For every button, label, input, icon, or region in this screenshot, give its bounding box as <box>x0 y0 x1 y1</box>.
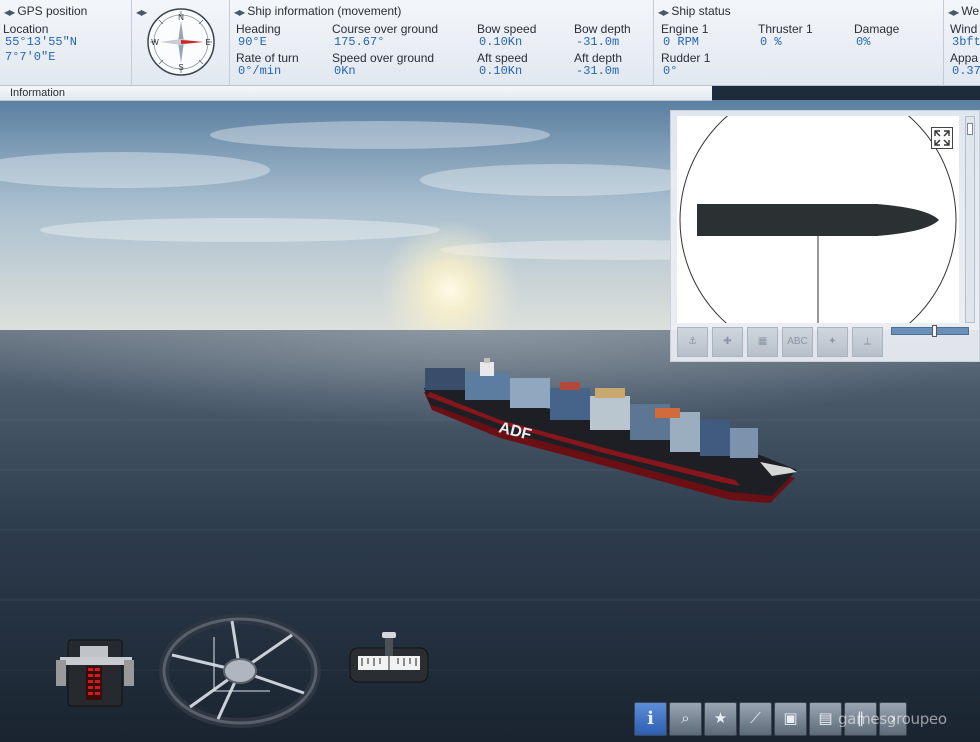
compass-s: S <box>178 63 183 72</box>
gps-header[interactable]: ◀▶ GPS position <box>4 4 87 18</box>
watermark: gamesgroupeo <box>838 710 947 728</box>
thruster1-value: 0 % <box>760 35 782 49</box>
damage-label: Damage <box>854 22 900 36</box>
bow-speed-label: Bow speed <box>477 22 537 36</box>
engine1-label: Engine 1 <box>661 22 709 36</box>
grid-icon[interactable]: ▦ <box>747 327 778 357</box>
camera-icon[interactable]: ▣ <box>774 702 807 736</box>
apparent-value: 0.37 <box>952 64 980 78</box>
scroll-thumb[interactable] <box>967 123 973 135</box>
rope-icon[interactable]: ⟋ <box>739 702 772 736</box>
expand-icon[interactable] <box>931 127 953 149</box>
zoom-slider-knob[interactable] <box>932 325 937 337</box>
anchor-icon[interactable]: ⚓ <box>677 327 708 357</box>
wind-label: Wind <box>950 22 978 36</box>
movement-title: Ship information (movement) <box>247 4 402 18</box>
heading-value: 90°E <box>238 35 267 49</box>
star-icon[interactable]: ★ <box>704 702 737 736</box>
compass-e: E <box>205 38 210 47</box>
top-info-panel: ◀▶ GPS position Location 55°13'55"N 7°7'0… <box>0 0 980 86</box>
engine1-value: 0 RPM <box>663 35 700 49</box>
thruster1-label: Thruster 1 <box>758 22 813 36</box>
mast-icon[interactable]: ⟂ <box>852 327 883 357</box>
gps-section: ◀▶ GPS position Location 55°13'55"N 7°7'0… <box>0 0 132 86</box>
latitude-value: 55°13'55"N <box>5 35 78 49</box>
collapse-arrows-icon[interactable]: ◀▶ <box>948 8 959 17</box>
aft-speed-label: Aft speed <box>477 51 528 65</box>
damage-value: 0% <box>856 35 871 49</box>
information-tab[interactable]: Information <box>0 86 712 101</box>
collapse-arrows-icon[interactable]: ◀▶ <box>234 8 245 17</box>
collapse-arrows-icon[interactable]: ◀▶ <box>136 8 147 17</box>
vertical-scrollbar[interactable] <box>965 116 975 323</box>
marker-icon[interactable]: ✚ <box>712 327 743 357</box>
ship-outline <box>679 116 957 323</box>
wind-value: 3bft/ <box>952 35 980 49</box>
weather-section: ◀▶We Wind 3bft/ Appa 0.37 <box>944 0 980 86</box>
rudder1-label: Rudder 1 <box>661 51 711 65</box>
movement-header[interactable]: ◀▶ Ship information (movement) <box>234 4 401 18</box>
compass-section: ◀▶ N S W E <box>132 0 230 86</box>
longitude-value: 7°7'0"E <box>5 50 56 64</box>
aft-depth-label: Aft depth <box>574 51 623 65</box>
info-icon: i <box>647 708 654 729</box>
movement-section: ◀▶ Ship information (movement) Heading 90… <box>230 0 654 86</box>
compass-n: N <box>178 13 184 22</box>
engine-telegraph[interactable] <box>56 639 134 707</box>
collapse-arrows-icon[interactable]: ◀▶ <box>658 8 669 17</box>
status-title: Ship status <box>671 4 731 18</box>
info-button[interactable]: i <box>634 702 667 736</box>
bow-depth-label: Bow depth <box>574 22 631 36</box>
binoculars-icon[interactable]: ⌕ <box>669 702 702 736</box>
rudder1-value: 0° <box>663 64 678 78</box>
rate-of-turn-value: 0°/min <box>238 64 282 78</box>
zoom-slider[interactable] <box>891 325 969 337</box>
aft-depth-value: -31.0m <box>576 64 620 78</box>
gps-title: GPS position <box>17 4 88 18</box>
collapse-arrows-icon[interactable]: ◀▶ <box>4 8 15 17</box>
location-label: Location <box>3 22 49 36</box>
cog-label: Course over ground <box>332 22 439 36</box>
ship-status-section: ◀▶ Ship status Engine 1 0 RPM Rudder 1 0°… <box>654 0 944 86</box>
apparent-label: Appa <box>950 51 979 65</box>
sog-label: Speed over ground <box>332 51 435 65</box>
compass-w: W <box>151 38 159 47</box>
information-tab-label: Information <box>10 87 66 99</box>
compass-icon: N S W E <box>147 8 215 76</box>
weather-header[interactable]: ◀▶ We <box>948 4 979 18</box>
ship-overview-panel: ⚓ ✚ ▦ ABC ✦ ⟂ <box>670 110 980 362</box>
abc-label-button[interactable]: ABC <box>782 327 813 357</box>
ship-overview-view[interactable] <box>677 116 959 323</box>
weather-title: We <box>961 4 980 18</box>
status-header[interactable]: ◀▶ Ship status <box>658 4 731 18</box>
bow-depth-value: -31.0m <box>576 35 620 49</box>
sog-value: 0Kn <box>334 64 356 78</box>
cog-value: 175.67° <box>334 35 385 49</box>
bow-speed-value: 0.10Kn <box>479 35 523 49</box>
heading-label: Heading <box>236 22 281 36</box>
waypoint-icon[interactable]: ✦ <box>817 327 848 357</box>
aft-speed-value: 0.10Kn <box>479 64 523 78</box>
rate-of-turn-label: Rate of turn <box>236 51 299 65</box>
